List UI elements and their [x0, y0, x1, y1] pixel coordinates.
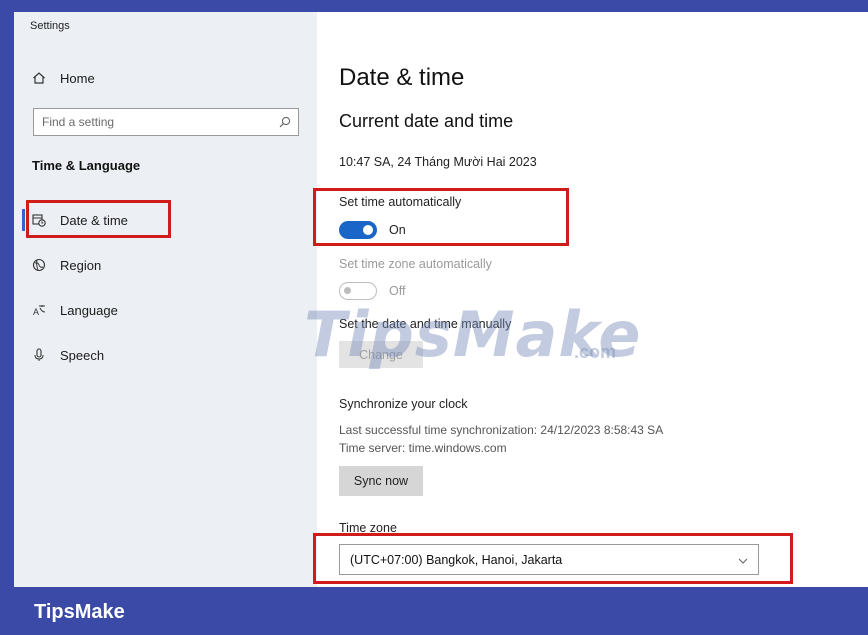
svg-text:A: A — [33, 307, 39, 317]
current-datetime: 10:47 SA, 24 Tháng Mười Hai 2023 — [339, 155, 537, 169]
set-time-auto-toggle[interactable] — [339, 221, 377, 239]
timezone-label: Time zone — [339, 521, 397, 535]
brand-bar: TipsMake — [0, 587, 868, 635]
last-sync-text: Last successful time synchronization: 24… — [339, 423, 664, 437]
time-server-text: Time server: time.windows.com — [339, 441, 507, 455]
sidebar: Settings Home Time & Language Date & tim… — [14, 12, 317, 587]
chevron-down-icon — [738, 555, 748, 565]
search-input[interactable] — [34, 109, 262, 135]
window-title: Settings — [30, 20, 70, 32]
current-heading: Current date and time — [339, 111, 514, 131]
microphone-icon — [32, 348, 46, 362]
sync-now-button[interactable]: Sync now — [339, 466, 423, 496]
sidebar-item-speech[interactable]: Speech — [14, 337, 317, 373]
sidebar-item-label: Region — [60, 257, 102, 273]
calendar-clock-icon — [32, 213, 46, 227]
set-time-auto-label: Set time automatically — [339, 195, 462, 209]
sidebar-item-home[interactable]: Home — [14, 60, 317, 96]
change-button[interactable]: Change — [339, 341, 423, 368]
sidebar-item-region[interactable]: Region — [14, 247, 317, 283]
set-zone-auto-label: Set time zone automatically — [339, 257, 492, 271]
timezone-select[interactable]: (UTC+07:00) Bangkok, Hanoi, Jakarta — [339, 544, 759, 575]
sidebar-item-language[interactable]: A Language — [14, 292, 317, 328]
set-time-auto-state: On — [389, 223, 406, 237]
main-content: Date & time Current date and time 10:47 … — [313, 12, 868, 587]
page-title: Date & time — [339, 64, 465, 91]
sidebar-item-label: Speech — [60, 347, 105, 363]
home-icon — [32, 71, 46, 85]
sidebar-item-date-time[interactable]: Date & time — [14, 202, 317, 238]
set-zone-auto-state: Off — [389, 284, 406, 298]
search-icon[interactable] — [278, 115, 292, 129]
globe-icon — [32, 258, 46, 272]
sidebar-item-label: Language — [60, 302, 118, 318]
sync-heading: Synchronize your clock — [339, 397, 468, 411]
set-zone-auto-toggle[interactable] — [339, 282, 377, 300]
section-heading: Time & Language — [32, 158, 141, 173]
search-box[interactable] — [33, 108, 299, 136]
manual-label: Set the date and time manually — [339, 317, 512, 331]
brand-logo: TipsMake — [34, 601, 125, 623]
sidebar-item-label: Home — [60, 70, 95, 86]
settings-window: Settings Home Time & Language Date & tim… — [14, 12, 868, 587]
language-icon: A — [32, 303, 46, 317]
timezone-value: (UTC+07:00) Bangkok, Hanoi, Jakarta — [350, 552, 563, 567]
sidebar-item-label: Date & time — [60, 212, 128, 228]
